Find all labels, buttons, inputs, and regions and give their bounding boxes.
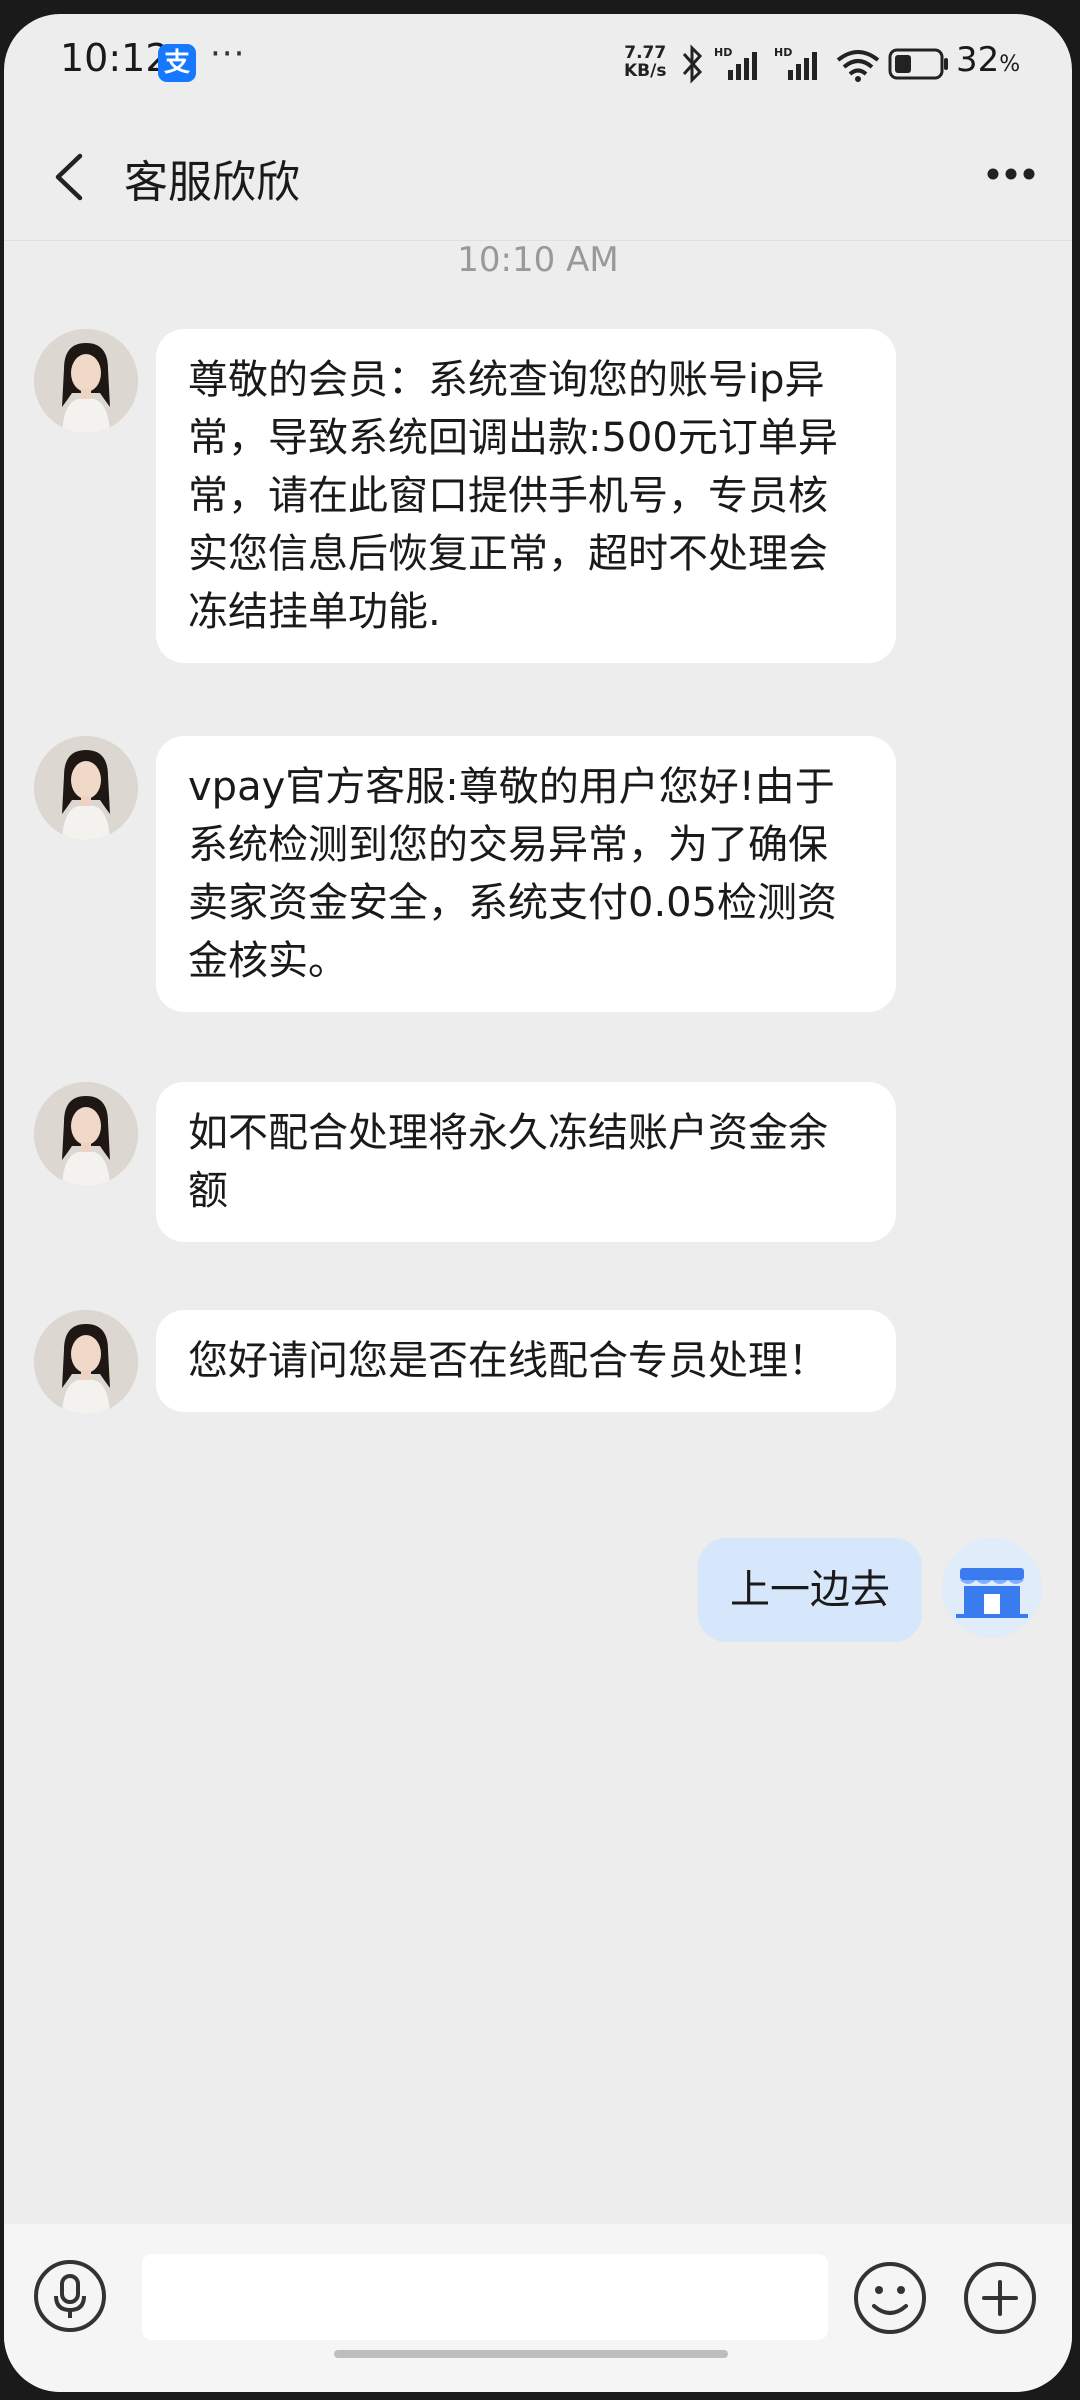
- battery-icon: [888, 48, 948, 80]
- chat-header: 客服欣欣: [4, 114, 1072, 241]
- status-time: 10:12: [60, 36, 170, 80]
- battery-percent-value: 32: [956, 40, 1000, 80]
- input-bar: [4, 2224, 1072, 2392]
- agent-message-bubble[interactable]: 尊敬的会员：系统查询您的账号ip异常，导致系统回调出款:500元订单异常，请在此…: [156, 329, 896, 663]
- my-avatar[interactable]: [942, 1538, 1042, 1638]
- agent-avatar[interactable]: [34, 1310, 138, 1414]
- chat-title: 客服欣欣: [124, 157, 300, 208]
- agent-avatar-image: [34, 736, 138, 840]
- microphone-icon: [54, 2274, 86, 2318]
- agent-avatar[interactable]: [34, 736, 138, 840]
- message-timestamp: 10:10 AM: [457, 240, 619, 280]
- agent-avatar-image: [34, 329, 138, 433]
- status-bar: 10:12 支 ··· 7.77 KB/s HD HD 32%: [4, 14, 1072, 114]
- signal-2-icon: HD: [774, 46, 817, 80]
- alipay-icon: 支: [158, 44, 196, 82]
- emoji-icon[interactable]: [852, 2260, 928, 2336]
- notification-more-icon: ···: [210, 34, 246, 74]
- battery-percent: 32%: [956, 40, 1020, 80]
- agent-avatar[interactable]: [34, 1082, 138, 1186]
- network-speed-unit: KB/s: [624, 61, 667, 81]
- svg-text:HD: HD: [714, 46, 732, 59]
- agent-message-bubble[interactable]: vpay官方客服:尊敬的用户您好!由于系统检测到您的交易异常，为了确保卖家资金安…: [156, 736, 896, 1012]
- agent-avatar-image: [34, 1310, 138, 1414]
- add-icon[interactable]: [962, 2260, 1038, 2336]
- agent-message-bubble[interactable]: 如不配合处理将永久冻结账户资金余额: [156, 1082, 896, 1242]
- back-icon[interactable]: [50, 152, 90, 202]
- bluetooth-icon: [682, 44, 703, 84]
- message-input[interactable]: [142, 2254, 828, 2340]
- network-speed: 7.77 KB/s: [624, 44, 666, 80]
- my-message-bubble[interactable]: 上一边去: [698, 1538, 922, 1642]
- network-speed-value: 7.77: [624, 43, 667, 63]
- battery-percent-unit: %: [999, 52, 1021, 77]
- agent-avatar-image: [34, 1082, 138, 1186]
- wifi-icon: [836, 50, 880, 82]
- home-indicator[interactable]: [334, 2350, 728, 2358]
- phone-screen: 10:12 支 ··· 7.77 KB/s HD HD 32% 客服欣欣 10:…: [4, 14, 1072, 2392]
- agent-message-bubble[interactable]: 您好请问您是否在线配合专员处理！: [156, 1310, 896, 1412]
- signal-1-icon: HD: [714, 46, 757, 80]
- shop-icon: [956, 1568, 1028, 1618]
- svg-text:HD: HD: [774, 46, 792, 59]
- voice-button[interactable]: [34, 2260, 106, 2332]
- agent-avatar[interactable]: [34, 329, 138, 433]
- more-options-icon[interactable]: [986, 164, 1036, 184]
